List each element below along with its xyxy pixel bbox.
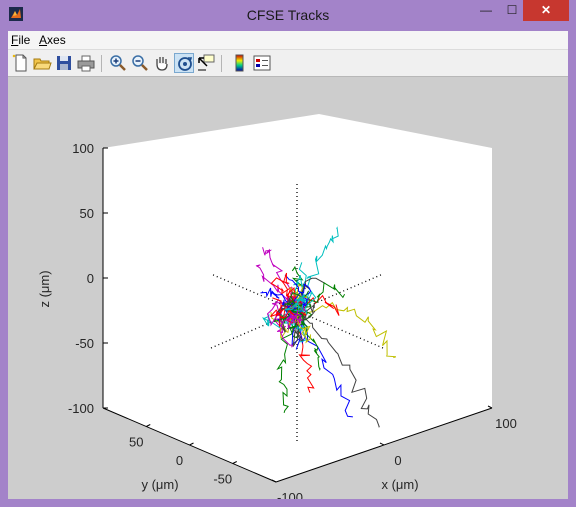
close-button[interactable]: ✕ — [523, 0, 569, 21]
menu-file-rest: ile — [18, 33, 31, 47]
y-tick-label: 0 — [176, 453, 183, 468]
pan-hand-icon[interactable] — [152, 53, 172, 73]
plot-area[interactable]: 100 50 0 -50 -100 50 0 -50 -100 0 100 z (μm) y (μm… — [8, 77, 568, 505]
z-tick-label: 0 — [87, 271, 94, 286]
y-axis-label: y (μm) — [141, 477, 178, 492]
z-axis-label: z (μm) — [37, 270, 52, 307]
menu-axes-rest: xes — [47, 33, 66, 47]
toolbar-separator — [101, 55, 102, 72]
toolbar-separator — [221, 55, 222, 72]
menu-axes-mnemonic: A — [39, 33, 48, 47]
menu-file[interactable]: File — [11, 33, 30, 47]
figure-client-area: File Axes 100 50 0 -50 -100 50 0 -50 -10… — [8, 31, 568, 505]
y-tick-label: -50 — [213, 472, 232, 487]
menu-axes[interactable]: Axes — [39, 33, 66, 47]
rotate-3d-icon[interactable] — [174, 53, 194, 73]
zoom-in-icon[interactable] — [108, 53, 128, 73]
title-bar[interactable]: CFSE Tracks — ☐ ✕ — [0, 0, 576, 30]
data-cursor-icon[interactable] — [196, 53, 216, 73]
save-icon[interactable] — [54, 53, 74, 73]
y-tick-label: 50 — [129, 435, 143, 450]
menu-bar: File Axes — [8, 31, 568, 49]
colorbar-icon[interactable] — [230, 53, 250, 73]
x-tick-label: 100 — [495, 416, 517, 431]
print-icon[interactable] — [76, 53, 96, 73]
zoom-out-icon[interactable] — [130, 53, 150, 73]
maximize-button[interactable]: ☐ — [499, 0, 525, 21]
z-tick-label: -100 — [68, 401, 94, 416]
x-tick-label: 0 — [394, 453, 401, 468]
new-figure-icon[interactable] — [11, 53, 31, 73]
z-tick-label: 100 — [72, 141, 94, 156]
x-axis-label: x (μm) — [381, 477, 418, 492]
track-plot[interactable]: 100 50 0 -50 -100 50 0 -50 -100 0 100 z (μm) y (μm… — [8, 77, 568, 505]
minimize-button[interactable]: — — [473, 0, 499, 21]
legend-icon[interactable] — [252, 53, 272, 73]
x-tick-label: -100 — [277, 490, 303, 499]
figure-window: CFSE Tracks — ☐ ✕ File Axes 100 50 0 -50… — [0, 0, 576, 507]
open-file-icon[interactable] — [32, 53, 52, 73]
figure-toolbar — [8, 49, 568, 77]
z-tick-label: -50 — [75, 336, 94, 351]
z-tick-label: 50 — [80, 206, 94, 221]
